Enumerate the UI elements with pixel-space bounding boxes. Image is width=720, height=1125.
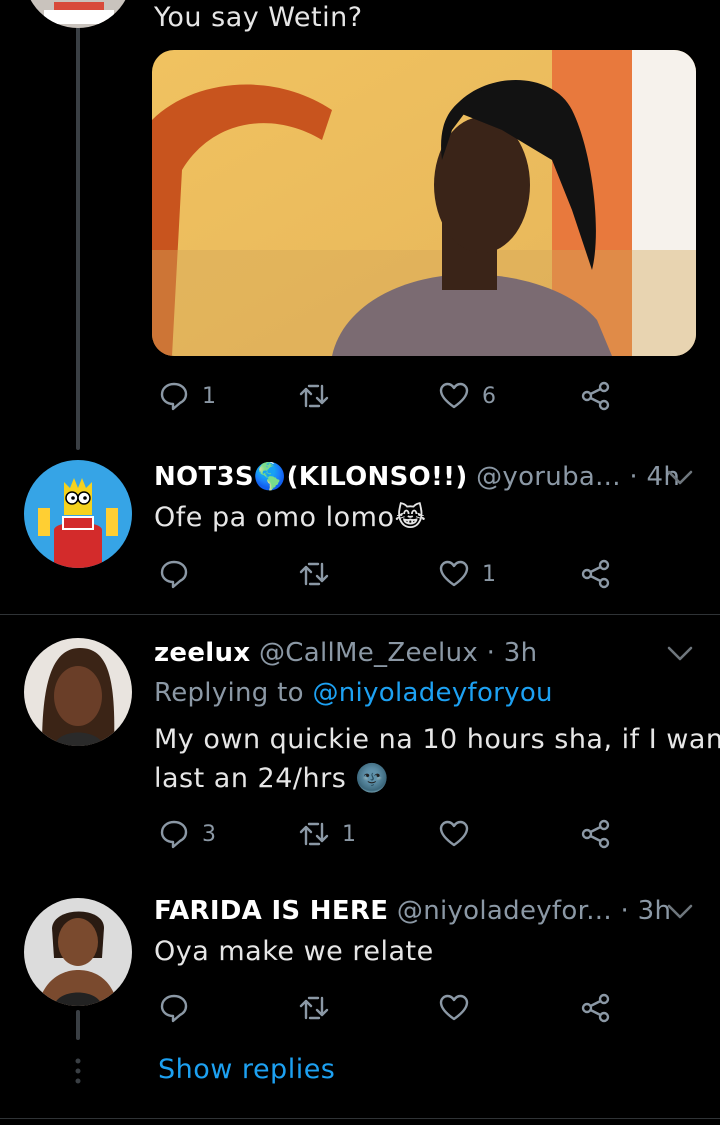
- share-icon: [581, 993, 610, 1023]
- replying-to-handle[interactable]: @niyoladeyforyou: [312, 678, 552, 708]
- divider: [0, 614, 720, 615]
- user-handle[interactable]: @yoruba...: [476, 462, 621, 492]
- retweet-icon: [299, 562, 329, 586]
- thread-line: [76, 20, 80, 450]
- tweet-text: Ofe pa omo lomo😹: [154, 502, 427, 533]
- replying-to: Replying to @niyoladeyforyou: [154, 678, 553, 708]
- tweet-text-line-1: My own quickie na 10 hours sha, if I wan: [154, 724, 720, 755]
- share-button[interactable]: [580, 558, 612, 590]
- reply-button[interactable]: [158, 992, 202, 1024]
- more-dots-icon: [75, 1058, 81, 1084]
- avatar[interactable]: [24, 898, 132, 1006]
- avatar-image: [24, 638, 132, 746]
- retweet-icon: [299, 384, 329, 408]
- reply-button[interactable]: 1: [158, 380, 216, 412]
- tweet-text: You say Wetin?: [154, 2, 363, 33]
- retweet-button[interactable]: 1: [298, 818, 356, 850]
- tweet-time: · 3h: [486, 638, 538, 668]
- tweet-header: FARIDA IS HERE @niyoladeyfor... · 3h: [154, 896, 671, 926]
- display-name[interactable]: FARIDA IS HERE: [154, 896, 388, 926]
- reply-count: 3: [202, 821, 216, 847]
- retweet-button[interactable]: [298, 380, 342, 412]
- share-icon: [581, 381, 610, 411]
- avatar-image: [24, 460, 132, 568]
- avatar[interactable]: [24, 638, 132, 746]
- tweet-header: NOT3S🌎(KILONSO!!) @yoruba... · 4h: [154, 462, 680, 492]
- chevron-down-icon[interactable]: [666, 902, 694, 922]
- show-replies-link[interactable]: Show replies: [158, 1054, 335, 1085]
- display-name[interactable]: zeelux: [154, 638, 250, 668]
- share-button[interactable]: [580, 818, 612, 850]
- user-handle[interactable]: @CallMe_Zeelux: [259, 638, 478, 668]
- retweet-count: 1: [342, 821, 356, 847]
- retweet-button[interactable]: [298, 558, 342, 590]
- tweet-header: zeelux @CallMe_Zeelux · 3h: [154, 638, 537, 668]
- share-icon: [581, 819, 610, 849]
- divider: [0, 1118, 720, 1119]
- tweet-text: Oya make we relate: [154, 936, 434, 967]
- reply-icon: [160, 560, 188, 589]
- retweet-button[interactable]: [298, 992, 342, 1024]
- reply-icon: [160, 382, 188, 411]
- avatar-image: [24, 898, 132, 1006]
- tweet-text-line-2: last an 24/hrs 🌚: [154, 763, 390, 794]
- chevron-down-icon[interactable]: [666, 468, 694, 488]
- share-button[interactable]: [580, 992, 612, 1024]
- like-button[interactable]: [438, 818, 482, 850]
- heart-icon: [439, 560, 469, 587]
- share-icon: [581, 559, 610, 589]
- heart-icon: [439, 994, 469, 1021]
- avatar[interactable]: [24, 460, 132, 568]
- heart-icon: [439, 820, 469, 847]
- chevron-down-icon[interactable]: [666, 644, 694, 664]
- user-handle[interactable]: @niyoladeyfor...: [397, 896, 612, 926]
- reply-icon: [160, 820, 188, 849]
- retweet-icon: [299, 822, 329, 846]
- thread-line: [76, 1010, 80, 1040]
- like-count: 1: [482, 561, 496, 587]
- avatar[interactable]: [24, 0, 132, 28]
- like-count: 6: [482, 383, 496, 409]
- tweet-time: · 3h: [620, 896, 672, 926]
- avatar-image: [24, 0, 132, 28]
- share-button[interactable]: [580, 380, 612, 412]
- replying-to-label: Replying to: [154, 678, 304, 708]
- reply-button[interactable]: [158, 558, 202, 590]
- heart-icon: [439, 382, 469, 409]
- display-name[interactable]: NOT3S🌎(KILONSO!!): [154, 462, 468, 492]
- reply-count: 1: [202, 383, 216, 409]
- retweet-icon: [299, 996, 329, 1020]
- tweet-media-image[interactable]: [152, 50, 696, 356]
- reply-icon: [160, 994, 188, 1023]
- like-button[interactable]: 1: [438, 558, 496, 590]
- reply-button[interactable]: 3: [158, 818, 216, 850]
- like-button[interactable]: [438, 992, 482, 1024]
- like-button[interactable]: 6: [438, 380, 496, 412]
